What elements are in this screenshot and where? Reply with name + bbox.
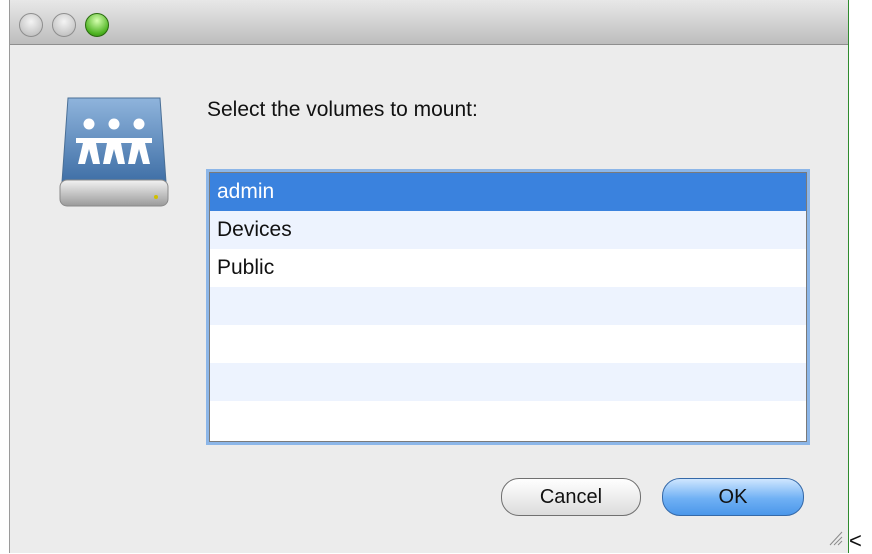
shared-server-icon [59, 97, 169, 207]
empty-row [210, 287, 806, 325]
zoom-button[interactable] [85, 13, 109, 37]
ok-button[interactable]: OK [662, 478, 804, 516]
minimize-button[interactable] [52, 13, 76, 37]
resize-grip-icon[interactable] [829, 530, 843, 546]
empty-row [210, 363, 806, 401]
cancel-button[interactable]: Cancel [501, 478, 641, 516]
trailing-text: < [849, 528, 862, 553]
volume-row-admin[interactable]: admin [210, 173, 806, 211]
title-bar[interactable] [10, 0, 848, 45]
volume-row-devices[interactable]: Devices [210, 211, 806, 249]
mount-dialog-window: Select the volumes to mount: admin Devic… [9, 0, 849, 553]
close-button[interactable] [19, 13, 43, 37]
volume-row-public[interactable]: Public [210, 249, 806, 287]
empty-row [210, 325, 806, 363]
dialog-prompt: Select the volumes to mount: [207, 98, 478, 121]
empty-row [210, 401, 806, 439]
volume-list[interactable]: admin Devices Public [209, 172, 807, 442]
